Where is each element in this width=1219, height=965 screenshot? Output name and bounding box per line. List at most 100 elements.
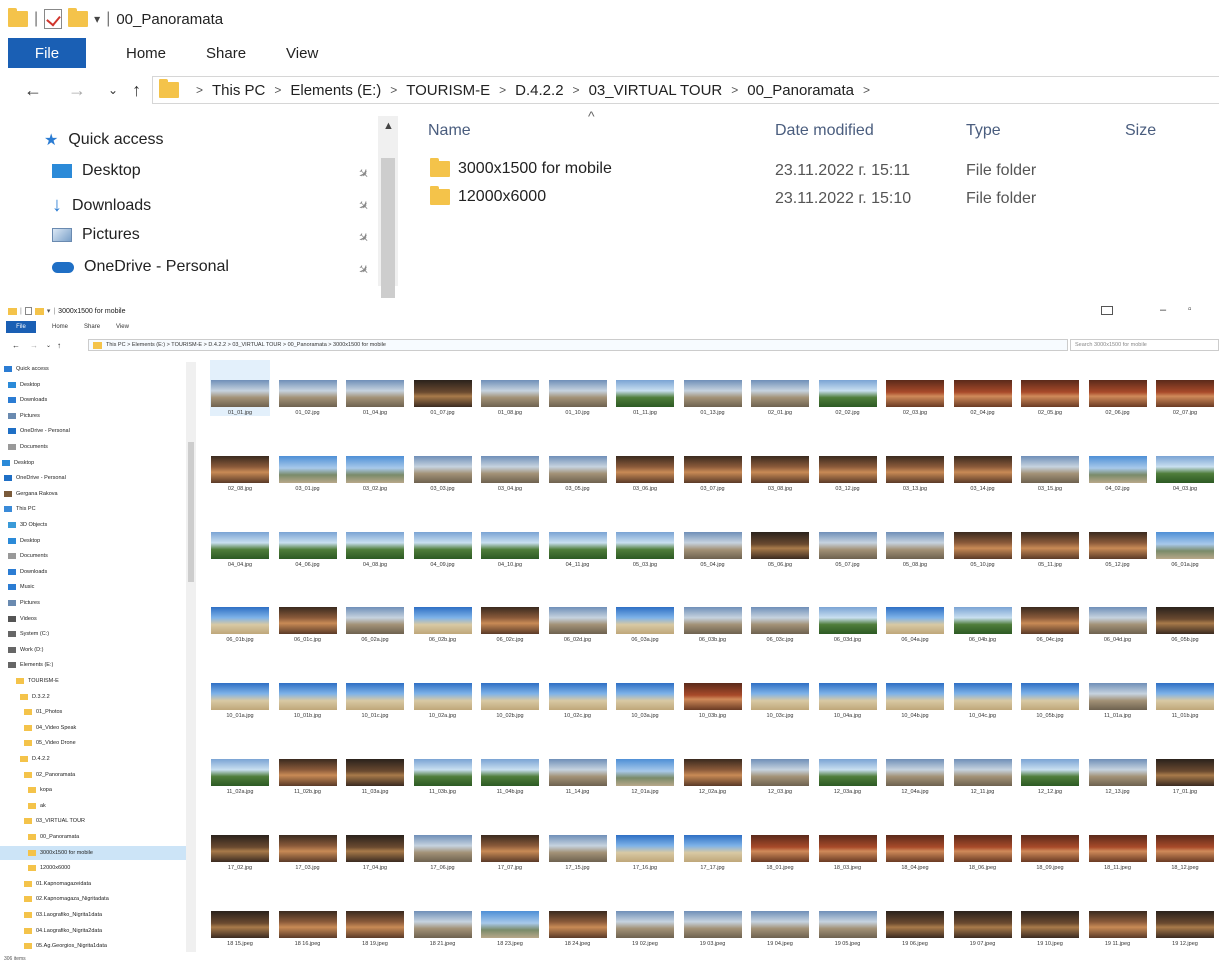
file-thumbnail-item[interactable]: 10_02a.jpg: [413, 663, 473, 719]
tree-item[interactable]: D.4.2.2: [0, 752, 50, 766]
tree-item[interactable]: Documents: [0, 440, 48, 454]
file-thumbnail-item[interactable]: 17_15.jpg: [548, 815, 608, 871]
sidebar-item-onedrive[interactable]: OneDrive - Personal: [52, 258, 229, 276]
tree-item[interactable]: OneDrive - Personal: [0, 471, 66, 485]
file-thumbnail-item[interactable]: 05_07.jpg: [818, 512, 878, 568]
file-thumbnail-item[interactable]: 01_13.jpg: [683, 360, 743, 416]
tree-item[interactable]: TOURISM-E: [0, 674, 59, 688]
file-thumbnail-item[interactable]: 06_04a.jpg: [885, 587, 945, 643]
file-thumbnail-item[interactable]: 06_03d.jpg: [818, 587, 878, 643]
file-thumbnail-item[interactable]: 11_14.jpg: [548, 739, 608, 795]
file-thumbnail-item[interactable]: 18_11.jpeg: [1088, 815, 1148, 871]
file-thumbnail-item[interactable]: 06_01a.jpg: [1155, 512, 1215, 568]
file-thumbnail-item[interactable]: 17_04.jpg: [345, 815, 405, 871]
file-thumbnail-item[interactable]: 01_01.jpg: [210, 360, 270, 416]
file-thumbnail-item[interactable]: 10_02b.jpg: [480, 663, 540, 719]
breadcrumb-virtual-tour[interactable]: 03_VIRTUAL TOUR: [589, 82, 723, 99]
search-input[interactable]: Search 3000x1500 for mobile: [1070, 339, 1219, 351]
properties-icon[interactable]: [24, 307, 32, 315]
scroll-up-icon[interactable]: ▲: [383, 120, 394, 132]
file-thumbnail-item[interactable]: 11_03b.jpg: [413, 739, 473, 795]
up-arrow-icon[interactable]: ↑: [132, 80, 141, 101]
file-thumbnail-item[interactable]: 04_08.jpg: [345, 512, 405, 568]
file-thumbnail-item[interactable]: 04_02.jpg: [1088, 436, 1148, 492]
file-thumbnail-item[interactable]: 06_03a.jpg: [615, 587, 675, 643]
new-folder-icon[interactable]: [34, 307, 44, 315]
file-thumbnail-item[interactable]: 02_07.jpg: [1155, 360, 1215, 416]
file-thumbnail-item[interactable]: 03_06.jpg: [615, 436, 675, 492]
tab-view[interactable]: View: [286, 45, 318, 62]
file-thumbnail-item[interactable]: 06_04d.jpg: [1088, 587, 1148, 643]
tab-share[interactable]: Share: [206, 45, 246, 62]
tree-item[interactable]: kopa: [0, 783, 52, 797]
file-thumbnail-item[interactable]: 03_12.jpg: [818, 436, 878, 492]
tree-item[interactable]: ak: [0, 799, 46, 813]
file-thumbnail-item[interactable]: 03_08.jpg: [750, 436, 810, 492]
file-thumbnail-item[interactable]: 18 19.jpeg: [345, 891, 405, 947]
file-thumbnail-item[interactable]: 01_10.jpg: [548, 360, 608, 416]
file-thumbnail-item[interactable]: 12_11.jpg: [953, 739, 1013, 795]
file-thumbnail-item[interactable]: 10_04a.jpg: [818, 663, 878, 719]
tree-item[interactable]: Pictures: [0, 596, 40, 610]
tree-item[interactable]: Downloads: [0, 393, 47, 407]
tree-item[interactable]: 05_Video Drone: [0, 736, 76, 750]
file-thumbnail-item[interactable]: 11_02b.jpg: [278, 739, 338, 795]
file-thumbnail-item[interactable]: 10_03a.jpg: [615, 663, 675, 719]
file-thumbnail-item[interactable]: 10_01a.jpg: [210, 663, 270, 719]
tree-item[interactable]: 02_Panoramata: [0, 768, 75, 782]
file-thumbnail-item[interactable]: 18_09.jpeg: [1020, 815, 1080, 871]
tree-item[interactable]: Desktop: [0, 378, 40, 392]
file-thumbnail-item[interactable]: 10_01b.jpg: [278, 663, 338, 719]
file-thumbnail-item[interactable]: 19 02.jpeg: [615, 891, 675, 947]
file-thumbnail-item[interactable]: 18 21.jpeg: [413, 891, 473, 947]
tree-item[interactable]: 3000x1500 for mobile: [0, 845, 186, 860]
properties-icon[interactable]: [44, 9, 63, 29]
file-thumbnail-item[interactable]: 10_04b.jpg: [885, 663, 945, 719]
file-thumbnail-item[interactable]: 03_13.jpg: [885, 436, 945, 492]
file-thumbnail-item[interactable]: 18 24.jpeg: [548, 891, 608, 947]
sidebar-item-desktop[interactable]: Desktop: [52, 162, 141, 180]
file-thumbnail-item[interactable]: 19 11.jpeg: [1088, 891, 1148, 947]
tree-item[interactable]: Pictures: [0, 409, 40, 423]
breadcrumb-panoramata[interactable]: 00_Panoramata: [747, 82, 854, 99]
file-thumbnail-item[interactable]: 06_03b.jpg: [683, 587, 743, 643]
file-thumbnail-item[interactable]: 11_02a.jpg: [210, 739, 270, 795]
file-thumbnail-item[interactable]: 10_02c.jpg: [548, 663, 608, 719]
file-thumbnail-item[interactable]: 17_02.jpg: [210, 815, 270, 871]
customize-quick-access-icon[interactable]: ▾: [94, 12, 100, 26]
file-thumbnail-item[interactable]: 19 10.jpeg: [1020, 891, 1080, 947]
file-thumbnail-item[interactable]: 05_10.jpg: [953, 512, 1013, 568]
column-header-size[interactable]: Size: [1125, 122, 1156, 140]
tree-item[interactable]: This PC: [0, 502, 36, 516]
breadcrumb-elements[interactable]: Elements (E:): [290, 82, 381, 99]
tree-item[interactable]: 3D Objects: [0, 518, 47, 532]
file-thumbnail-item[interactable]: 01_11.jpg: [615, 360, 675, 416]
file-thumbnail-item[interactable]: 02_04.jpg: [953, 360, 1013, 416]
tree-item[interactable]: 03_VIRTUAL TOUR: [0, 814, 85, 828]
file-thumbnail-item[interactable]: 02_05.jpg: [1020, 360, 1080, 416]
file-thumbnail-item[interactable]: 06_04c.jpg: [1020, 587, 1080, 643]
file-thumbnail-item[interactable]: 05_11.jpg: [1020, 512, 1080, 568]
file-thumbnail-item[interactable]: 17_06.jpg: [413, 815, 473, 871]
file-thumbnail-item[interactable]: 03_07.jpg: [683, 436, 743, 492]
file-thumbnail-item[interactable]: 06_01c.jpg: [278, 587, 338, 643]
file-thumbnail-item[interactable]: 11_01a.jpg: [1088, 663, 1148, 719]
file-thumbnail-item[interactable]: 03_15.jpg: [1020, 436, 1080, 492]
file-thumbnail-item[interactable]: 02_08.jpg: [210, 436, 270, 492]
file-thumbnail-item[interactable]: 17_17.jpg: [683, 815, 743, 871]
file-thumbnail-item[interactable]: 02_03.jpg: [885, 360, 945, 416]
tab-home[interactable]: Home: [126, 45, 166, 62]
file-thumbnail-item[interactable]: 10_04c.jpg: [953, 663, 1013, 719]
tree-item[interactable]: Quick access: [0, 362, 49, 376]
file-thumbnail-item[interactable]: 06_02c.jpg: [480, 587, 540, 643]
file-thumbnail-item[interactable]: 18_04.jpeg: [885, 815, 945, 871]
file-thumbnail-item[interactable]: 18 23.jpeg: [480, 891, 540, 947]
forward-arrow-icon[interactable]: →: [30, 341, 38, 350]
tree-item[interactable]: 00_Panoramata: [0, 830, 79, 844]
file-thumbnail-item[interactable]: 18_03.jpeg: [818, 815, 878, 871]
tree-item[interactable]: 12000x6000: [0, 861, 70, 875]
file-thumbnail-item[interactable]: 10_05b.jpg: [1020, 663, 1080, 719]
tab-file[interactable]: File: [8, 38, 86, 68]
file-thumbnail-item[interactable]: 06_04b.jpg: [953, 587, 1013, 643]
file-thumbnail-item[interactable]: 06_02b.jpg: [413, 587, 473, 643]
